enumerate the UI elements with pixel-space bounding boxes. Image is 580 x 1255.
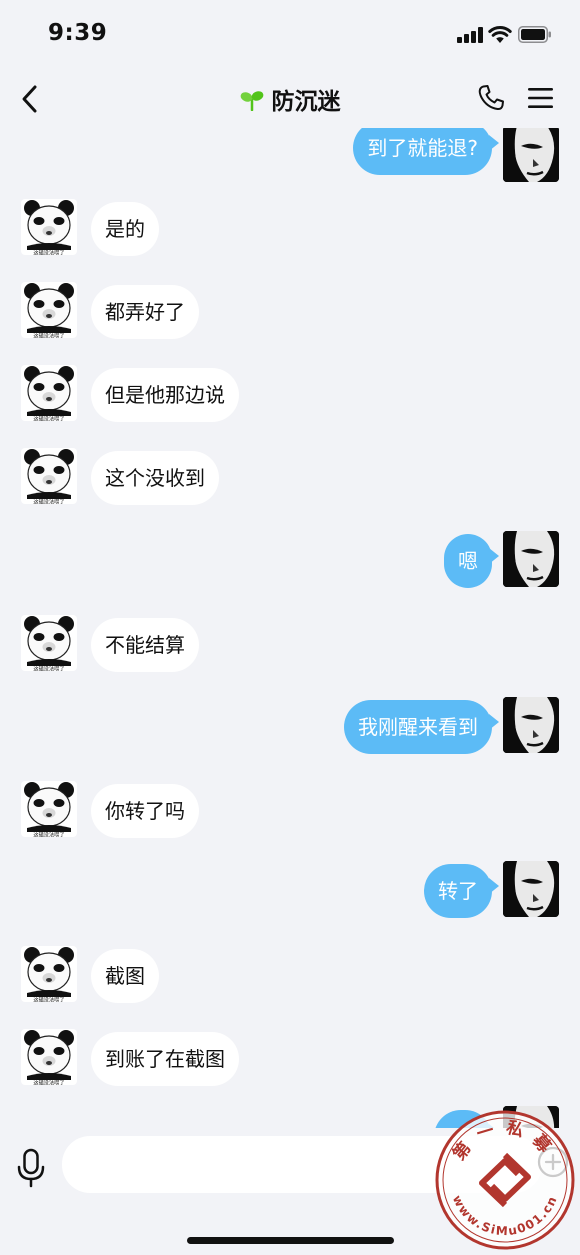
incoming-message-row: 这磕没法唠了 到账了在截图 <box>0 1029 580 1089</box>
message-bubble[interactable]: 到了就能退? <box>353 128 499 175</box>
message-bubble[interactable]: 截图 <box>91 949 159 1003</box>
outgoing-message-row: 到了就能退? <box>0 128 580 188</box>
message-bubble[interactable]: 你转了吗 <box>91 784 199 838</box>
outgoing-message-row: 转了 <box>0 861 580 921</box>
sprout-icon <box>240 91 263 111</box>
contact-avatar[interactable]: 这磕没法唠了 <box>21 1029 77 1085</box>
microphone-icon[interactable] <box>16 1148 46 1188</box>
wifi-icon <box>488 26 512 43</box>
my-avatar[interactable] <box>503 531 559 587</box>
contact-avatar[interactable]: 这磕没法唠了 <box>21 615 77 671</box>
nav-bar: 防沉迷 <box>0 66 580 130</box>
message-list[interactable]: 到了就能退? 这磕没法唠了 是的 这磕没法唠了 都弄好了 这磕没法唠了 但是他那边说 这磕没法… <box>0 128 580 1128</box>
status-time: 9:39 <box>48 20 108 46</box>
message-bubble[interactable]: 都弄好了 <box>91 285 199 339</box>
my-avatar[interactable] <box>503 861 559 917</box>
incoming-message-row: 这磕没法唠了 截图 <box>0 946 580 1006</box>
message-bubble[interactable]: 是的 <box>91 202 159 256</box>
home-indicator[interactable] <box>187 1237 394 1244</box>
message-bubble[interactable]: 嗯 <box>444 534 499 588</box>
incoming-message-row: 这磕没法唠了 都弄好了 <box>0 282 580 342</box>
incoming-message-row: 这磕没法唠了 这个没收到 <box>0 448 580 508</box>
watermark-seal: 第一私募 www.SiMu001.cn <box>435 1110 575 1250</box>
menu-icon[interactable] <box>527 86 554 110</box>
contact-avatar[interactable]: 这磕没法唠了 <box>21 448 77 504</box>
my-avatar[interactable] <box>503 697 559 753</box>
incoming-message-row: 这磕没法唠了 你转了吗 <box>0 781 580 841</box>
message-bubble[interactable]: 这个没收到 <box>91 451 219 505</box>
my-avatar[interactable] <box>503 128 559 182</box>
message-bubble[interactable]: 我刚醒来看到 <box>344 700 499 754</box>
contact-avatar[interactable]: 这磕没法唠了 <box>21 199 77 255</box>
message-bubble[interactable]: 到账了在截图 <box>91 1032 239 1086</box>
incoming-message-row: 这磕没法唠了 但是他那边说 <box>0 365 580 425</box>
status-bar: 9:39 <box>0 0 580 66</box>
incoming-message-row: 这磕没法唠了 不能结算 <box>0 615 580 675</box>
cellular-signal-icon <box>457 27 485 43</box>
contact-avatar[interactable]: 这磕没法唠了 <box>21 365 77 421</box>
message-bubble[interactable]: 不能结算 <box>91 618 199 672</box>
outgoing-message-row: 我刚醒来看到 <box>0 697 580 757</box>
page-title: 防沉迷 <box>271 89 341 115</box>
message-bubble[interactable]: 转了 <box>424 864 499 918</box>
phone-icon[interactable] <box>476 83 506 113</box>
battery-icon <box>518 26 551 43</box>
contact-avatar[interactable]: 这磕没法唠了 <box>21 781 77 837</box>
outgoing-message-row: 嗯 <box>0 531 580 591</box>
message-bubble[interactable]: 但是他那边说 <box>91 368 239 422</box>
contact-avatar[interactable]: 这磕没法唠了 <box>21 282 77 338</box>
incoming-message-row: 这磕没法唠了 是的 <box>0 199 580 259</box>
contact-avatar[interactable]: 这磕没法唠了 <box>21 946 77 1002</box>
